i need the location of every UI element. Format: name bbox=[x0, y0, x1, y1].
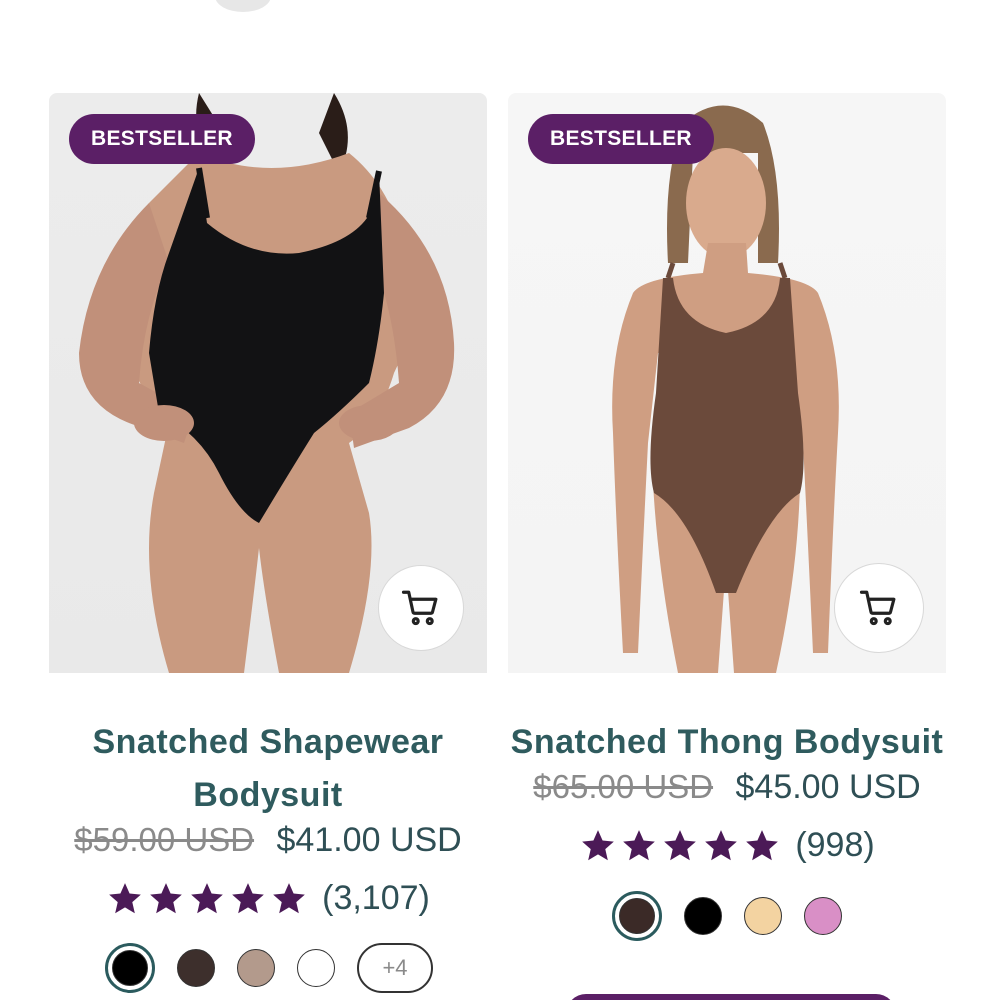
swatch-black[interactable] bbox=[684, 897, 722, 935]
product-image[interactable]: BESTSELLER bbox=[49, 93, 487, 673]
star-icon bbox=[109, 882, 141, 913]
product-title[interactable]: Snatched Thong Bodysuit bbox=[508, 716, 946, 769]
swatch-mocha[interactable] bbox=[237, 949, 275, 987]
star-rating bbox=[579, 827, 781, 865]
swatch-espresso[interactable] bbox=[177, 949, 215, 987]
review-count[interactable]: (3,107) bbox=[322, 879, 430, 918]
product-title-line-1[interactable]: Snatched Thong Bodysuit bbox=[508, 716, 946, 769]
color-swatches bbox=[508, 891, 946, 941]
choose-options-button[interactable] bbox=[566, 994, 896, 1000]
sale-price: $45.00 USD bbox=[735, 768, 921, 806]
product-card-shapewear-bodysuit[interactable]: BESTSELLER Snatched Shapewear Bodysuit $… bbox=[49, 93, 487, 993]
star-icon bbox=[150, 882, 182, 913]
star-icon bbox=[232, 882, 264, 913]
bestseller-badge: BESTSELLER bbox=[528, 114, 714, 164]
product-title-line-2[interactable]: Bodysuit bbox=[49, 769, 487, 822]
swatch-nude[interactable] bbox=[744, 897, 782, 935]
product-image[interactable]: BESTSELLER bbox=[508, 93, 946, 673]
cart-icon bbox=[401, 590, 438, 626]
compare-at-price: $65.00 USD bbox=[533, 768, 714, 805]
swatch-white[interactable] bbox=[297, 949, 335, 987]
swatch-espresso-selected[interactable] bbox=[612, 891, 662, 941]
product-title-line-1[interactable]: Snatched Shapewear bbox=[49, 716, 487, 769]
star-rating bbox=[106, 880, 308, 918]
rating-row: (998) bbox=[508, 826, 946, 865]
compare-at-price: $59.00 USD bbox=[74, 821, 255, 858]
swatch-black-selected[interactable] bbox=[105, 943, 155, 993]
price-row: $65.00 USD $45.00 USD bbox=[508, 768, 946, 807]
add-to-cart-button[interactable] bbox=[834, 563, 924, 653]
review-count[interactable]: (998) bbox=[795, 826, 874, 865]
cart-icon bbox=[859, 590, 896, 626]
product-card-thong-bodysuit[interactable]: BESTSELLER Snatched Thong Bodysuit $65.0… bbox=[508, 93, 946, 941]
carousel-indicator[interactable] bbox=[215, 0, 271, 12]
star-icon bbox=[191, 882, 223, 913]
rating-row: (3,107) bbox=[49, 879, 487, 918]
star-icon bbox=[273, 882, 305, 913]
more-colors-button[interactable]: +4 bbox=[357, 943, 433, 993]
sale-price: $41.00 USD bbox=[276, 821, 462, 859]
swatch-pink[interactable] bbox=[804, 897, 842, 935]
star-icon bbox=[582, 829, 615, 860]
star-icon bbox=[705, 829, 738, 860]
product-title[interactable]: Snatched Shapewear Bodysuit bbox=[49, 716, 487, 822]
star-icon bbox=[664, 829, 697, 860]
price-row: $59.00 USD $41.00 USD bbox=[49, 821, 487, 860]
color-swatches: +4 bbox=[57, 943, 495, 993]
star-icon bbox=[746, 829, 779, 860]
add-to-cart-button[interactable] bbox=[378, 565, 464, 651]
bestseller-badge: BESTSELLER bbox=[69, 114, 255, 164]
star-icon bbox=[623, 829, 656, 860]
